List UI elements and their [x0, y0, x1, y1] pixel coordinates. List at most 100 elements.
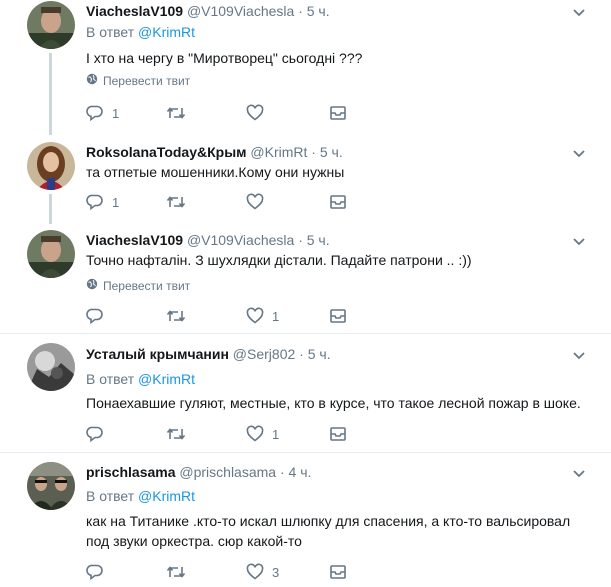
reply-to-link[interactable]: @KrimRt	[138, 371, 195, 387]
like-count: 3	[272, 564, 280, 580]
reply-prefix: В ответ	[86, 488, 135, 504]
tweet-header: prischlasama @prischlasama · 4 ч.	[86, 464, 311, 480]
user-handle[interactable]: @V109Viachesla	[187, 232, 294, 248]
tweet-time[interactable]: 5 ч.	[307, 3, 330, 19]
reply-icon	[86, 193, 104, 211]
user-name[interactable]: RoksolanaToday&Крым	[86, 144, 247, 160]
avatar[interactable]	[27, 1, 75, 49]
user-name[interactable]: ViacheslaV109	[86, 3, 183, 19]
like-count: 1	[272, 308, 280, 324]
like-icon	[246, 193, 264, 211]
tweet-actions: 1	[86, 104, 386, 124]
tweet-header: ViacheslaV109 @V109Viachesla · 5 ч.	[86, 3, 330, 19]
translate-label[interactable]: Перевести твит	[103, 74, 190, 88]
retweet-button[interactable]	[166, 563, 194, 581]
tweet-text: І хто на чергу в "Миротворец" сьогодні ?…	[86, 50, 363, 66]
translate-label[interactable]: Перевести твит	[103, 279, 190, 293]
separator-dot: ·	[298, 3, 303, 19]
thread-line	[49, 53, 52, 135]
direct-message-icon	[329, 425, 347, 443]
user-name[interactable]: ViacheslaV109	[86, 232, 183, 248]
direct-message-icon	[329, 563, 347, 581]
chevron-down-icon[interactable]	[571, 347, 587, 363]
user-handle[interactable]: @KrimRt	[250, 144, 307, 160]
user-handle[interactable]: @Serj802	[233, 346, 295, 362]
globe-icon	[86, 278, 98, 293]
reply-count: 1	[112, 194, 120, 210]
user-handle[interactable]: @V109Viachesla	[187, 3, 294, 19]
user-handle[interactable]: @prischlasama	[179, 464, 276, 480]
like-count: 1	[272, 426, 280, 442]
like-button[interactable]: 1	[246, 425, 279, 443]
reply-button[interactable]	[86, 307, 112, 325]
translate-tweet[interactable]: Перевести твит	[86, 278, 190, 293]
tweet-header: Усталый крымчанин @Serj802 · 5 ч.	[86, 346, 331, 362]
like-button[interactable]: 3	[246, 563, 279, 581]
avatar[interactable]	[27, 142, 75, 190]
retweet-icon	[166, 563, 186, 581]
tweet-time[interactable]: 5 ч.	[320, 144, 343, 160]
reply-icon	[86, 307, 104, 325]
separator-dot: ·	[311, 144, 316, 160]
avatar[interactable]	[27, 343, 75, 391]
like-icon	[246, 104, 264, 122]
reply-prefix: В ответ	[86, 371, 135, 387]
user-name[interactable]: Усталый крымчанин	[86, 346, 229, 362]
reply-button[interactable]: 1	[86, 104, 119, 122]
user-name[interactable]: prischlasama	[86, 464, 176, 480]
tweet-divider	[0, 452, 611, 453]
direct-message-button[interactable]	[329, 193, 347, 211]
reply-prefix: В ответ	[86, 24, 135, 40]
like-button[interactable]: 1	[246, 307, 279, 325]
tweet-time[interactable]: 5 ч.	[308, 346, 331, 362]
tweet-header: ViacheslaV109 @V109Viachesla · 5 ч.	[86, 232, 330, 248]
reply-to-link[interactable]: @KrimRt	[138, 488, 195, 504]
separator-dot: ·	[279, 464, 285, 480]
reply-button[interactable]	[86, 425, 112, 443]
retweet-icon	[166, 193, 186, 211]
tweet-text: как на Титанике .кто-то искал шлюпку для…	[86, 513, 571, 549]
reply-icon	[86, 104, 104, 122]
reply-button[interactable]	[86, 563, 112, 581]
direct-message-button[interactable]	[329, 425, 347, 443]
tweet-actions: 1	[86, 425, 386, 445]
retweet-button[interactable]	[166, 425, 194, 443]
chevron-down-icon[interactable]	[571, 4, 587, 20]
tweet-header: RoksolanaToday&Крым @KrimRt · 5 ч.	[86, 144, 343, 160]
tweet-actions: 3	[86, 563, 386, 583]
retweet-button[interactable]	[166, 193, 194, 211]
reply-context: В ответ @KrimRt	[86, 488, 195, 504]
retweet-button[interactable]	[166, 104, 194, 122]
avatar[interactable]	[27, 230, 75, 278]
like-icon	[246, 425, 264, 443]
like-button[interactable]	[246, 104, 272, 122]
tweet-text: та отпетые мошенники.Кому они нужны	[86, 164, 345, 180]
like-icon	[246, 307, 264, 325]
reply-to-link[interactable]: @KrimRt	[138, 24, 195, 40]
retweet-icon	[166, 425, 186, 443]
like-button[interactable]	[246, 193, 272, 211]
tweet-text: Понаехавшие гуляют, местные, кто в курсе…	[86, 395, 581, 411]
avatar[interactable]	[27, 462, 75, 510]
reply-icon	[86, 425, 104, 443]
chevron-down-icon[interactable]	[571, 233, 587, 249]
tweet-time[interactable]: 5 ч.	[307, 232, 330, 248]
chevron-down-icon[interactable]	[571, 465, 587, 481]
reply-button[interactable]: 1	[86, 193, 119, 211]
tweet-actions: 1	[86, 193, 386, 213]
translate-tweet[interactable]: Перевести твит	[86, 73, 190, 88]
like-icon	[246, 563, 264, 581]
direct-message-button[interactable]	[329, 307, 347, 325]
tweet-time[interactable]: 4 ч.	[289, 464, 312, 480]
tweet-actions: 1	[86, 307, 386, 327]
thread-line	[49, 194, 52, 224]
direct-message-button[interactable]	[329, 104, 347, 122]
tweet-text: Точно нафталін. З шухлядки дістали. Пада…	[86, 252, 472, 268]
direct-message-button[interactable]	[329, 563, 347, 581]
separator-dot: ·	[299, 346, 304, 362]
chevron-down-icon[interactable]	[571, 145, 587, 161]
reply-context: В ответ @KrimRt	[86, 371, 195, 387]
direct-message-icon	[329, 104, 347, 122]
separator-dot: ·	[298, 232, 303, 248]
retweet-button[interactable]	[166, 307, 194, 325]
